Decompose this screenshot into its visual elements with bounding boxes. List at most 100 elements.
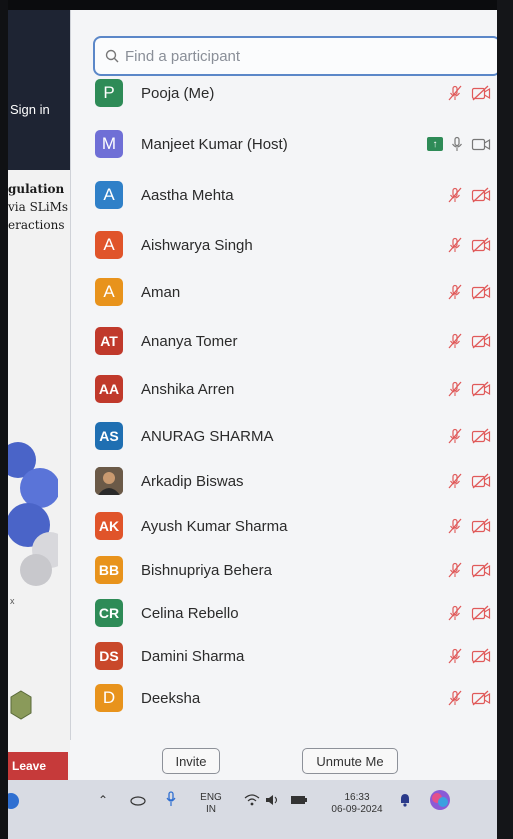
avatar: BB: [95, 556, 123, 584]
mic-muted-icon[interactable]: [447, 518, 463, 534]
slide-title-line-3: eractions: [8, 218, 65, 232]
avatar: AS: [95, 422, 123, 450]
sign-in-link[interactable]: Sign in: [10, 102, 50, 117]
participant-row[interactable]: A Aman: [95, 275, 491, 309]
camera-off-icon[interactable]: [471, 690, 491, 706]
clock[interactable]: 16:33 06-09-2024: [322, 792, 392, 816]
chevron-up-icon[interactable]: ⌃: [98, 794, 108, 806]
participant-name: Aastha Mehta: [141, 186, 234, 204]
mic-muted-icon[interactable]: [447, 381, 463, 397]
participant-status-icons: [447, 473, 491, 489]
participant-status-icons: [447, 284, 491, 300]
participant-row[interactable]: M Manjeet Kumar (Host) ↑: [95, 127, 491, 161]
participant-status-icons: [447, 237, 491, 253]
participant-status-icons: [447, 333, 491, 349]
mic-muted-icon[interactable]: [447, 187, 463, 203]
participant-status-icons: [447, 605, 491, 621]
unmute-me-button[interactable]: Unmute Me: [302, 748, 398, 774]
participant-status-icons: [447, 562, 491, 578]
participant-row[interactable]: AT Ananya Tomer: [95, 324, 491, 358]
participant-name: Damini Sharma: [141, 647, 245, 665]
participant-row[interactable]: Arkadip Biswas: [95, 464, 491, 498]
camera-off-icon[interactable]: [471, 428, 491, 444]
region-code: IN: [206, 804, 216, 815]
camera-off-icon[interactable]: [471, 562, 491, 578]
camera-off-icon[interactable]: [471, 237, 491, 253]
participant-row[interactable]: AA Anshika Arren: [95, 372, 491, 406]
mic-icon[interactable]: [451, 136, 463, 152]
language-indicator[interactable]: ENG IN: [198, 792, 224, 816]
participant-name: Pooja (Me): [141, 84, 215, 102]
mic-muted-icon[interactable]: [447, 690, 463, 706]
participant-row[interactable]: BB Bishnupriya Behera: [95, 553, 491, 587]
participant-status-icons: [447, 518, 491, 534]
participant-name: Aman: [141, 283, 181, 301]
leave-button[interactable]: Leave: [8, 752, 68, 780]
avatar: A: [95, 181, 123, 209]
participant-search[interactable]: [93, 36, 501, 76]
mic-muted-icon[interactable]: [447, 85, 463, 101]
volume-icon[interactable]: [264, 793, 282, 807]
mic-muted-icon[interactable]: [447, 333, 463, 349]
taskbar: ⌃ ENG IN 16:33 06-09-2024: [0, 780, 513, 839]
participant-row[interactable]: D Deeksha: [95, 681, 491, 715]
mic-muted-icon[interactable]: [447, 562, 463, 578]
participant-row[interactable]: AK Ayush Kumar Sharma: [95, 509, 491, 543]
participant-row[interactable]: DS Damini Sharma: [95, 639, 491, 673]
clock-time: 16:33: [344, 792, 370, 803]
profile-photo-icon: [95, 467, 123, 495]
participant-status-icons: [447, 690, 491, 706]
mic-muted-icon[interactable]: [447, 428, 463, 444]
avatar: CR: [95, 599, 123, 627]
mic-muted-icon[interactable]: [447, 473, 463, 489]
participant-row[interactable]: A Aastha Mehta: [95, 178, 491, 212]
mic-muted-icon[interactable]: [447, 284, 463, 300]
notification-bell-icon[interactable]: [398, 792, 412, 808]
wifi-icon[interactable]: [244, 793, 260, 807]
slide-small-text: x: [10, 596, 15, 606]
screen-bezel-left: [0, 0, 8, 839]
participant-row[interactable]: AS ANURAG SHARMA: [95, 419, 491, 453]
participant-status-icons: [447, 381, 491, 397]
camera-off-icon[interactable]: [471, 333, 491, 349]
participant-row[interactable]: CR Celina Rebello: [95, 596, 491, 630]
participant-name: Ayush Kumar Sharma: [141, 517, 288, 535]
participant-row[interactable]: A Aishwarya Singh: [95, 228, 491, 262]
camera-off-icon[interactable]: [471, 284, 491, 300]
shared-slide-title: gulation via SLiMs eractions: [8, 180, 68, 234]
slide-title-line-2: via SLiMs: [8, 200, 69, 214]
invite-button[interactable]: Invite: [162, 748, 220, 774]
avatar: A: [95, 231, 123, 259]
camera-off-icon[interactable]: [471, 648, 491, 664]
camera-off-icon[interactable]: [471, 605, 491, 621]
search-input[interactable]: [123, 46, 487, 66]
meeting-view: Sign in gulation via SLiMs eractions x L…: [8, 10, 70, 780]
mic-muted-icon[interactable]: [447, 648, 463, 664]
participant-name: Celina Rebello: [141, 604, 239, 622]
battery-icon[interactable]: [290, 795, 308, 805]
participant-status-icons: [447, 187, 491, 203]
mic-muted-icon[interactable]: [447, 237, 463, 253]
mic-muted-icon[interactable]: [447, 605, 463, 621]
participant-status-icons: [447, 428, 491, 444]
avatar: A: [95, 278, 123, 306]
cloud-icon[interactable]: [130, 794, 146, 806]
screen-share-icon: ↑: [427, 137, 443, 151]
copilot-icon[interactable]: [428, 788, 452, 812]
participant-status-icons: ↑: [427, 136, 491, 152]
screen-bezel-top: [0, 0, 513, 10]
language-code: ENG: [200, 792, 222, 803]
camera-icon[interactable]: [471, 136, 491, 152]
participant-name: Bishnupriya Behera: [141, 561, 272, 579]
camera-off-icon[interactable]: [471, 518, 491, 534]
participant-name: Ananya Tomer: [141, 332, 238, 350]
microphone-icon[interactable]: [165, 791, 177, 807]
camera-off-icon[interactable]: [471, 85, 491, 101]
camera-off-icon[interactable]: [471, 381, 491, 397]
camera-off-icon[interactable]: [471, 473, 491, 489]
participant-row[interactable]: P Pooja (Me): [95, 76, 491, 110]
avatar: AT: [95, 327, 123, 355]
search-icon: [105, 49, 119, 63]
avatar: D: [95, 684, 123, 712]
camera-off-icon[interactable]: [471, 187, 491, 203]
